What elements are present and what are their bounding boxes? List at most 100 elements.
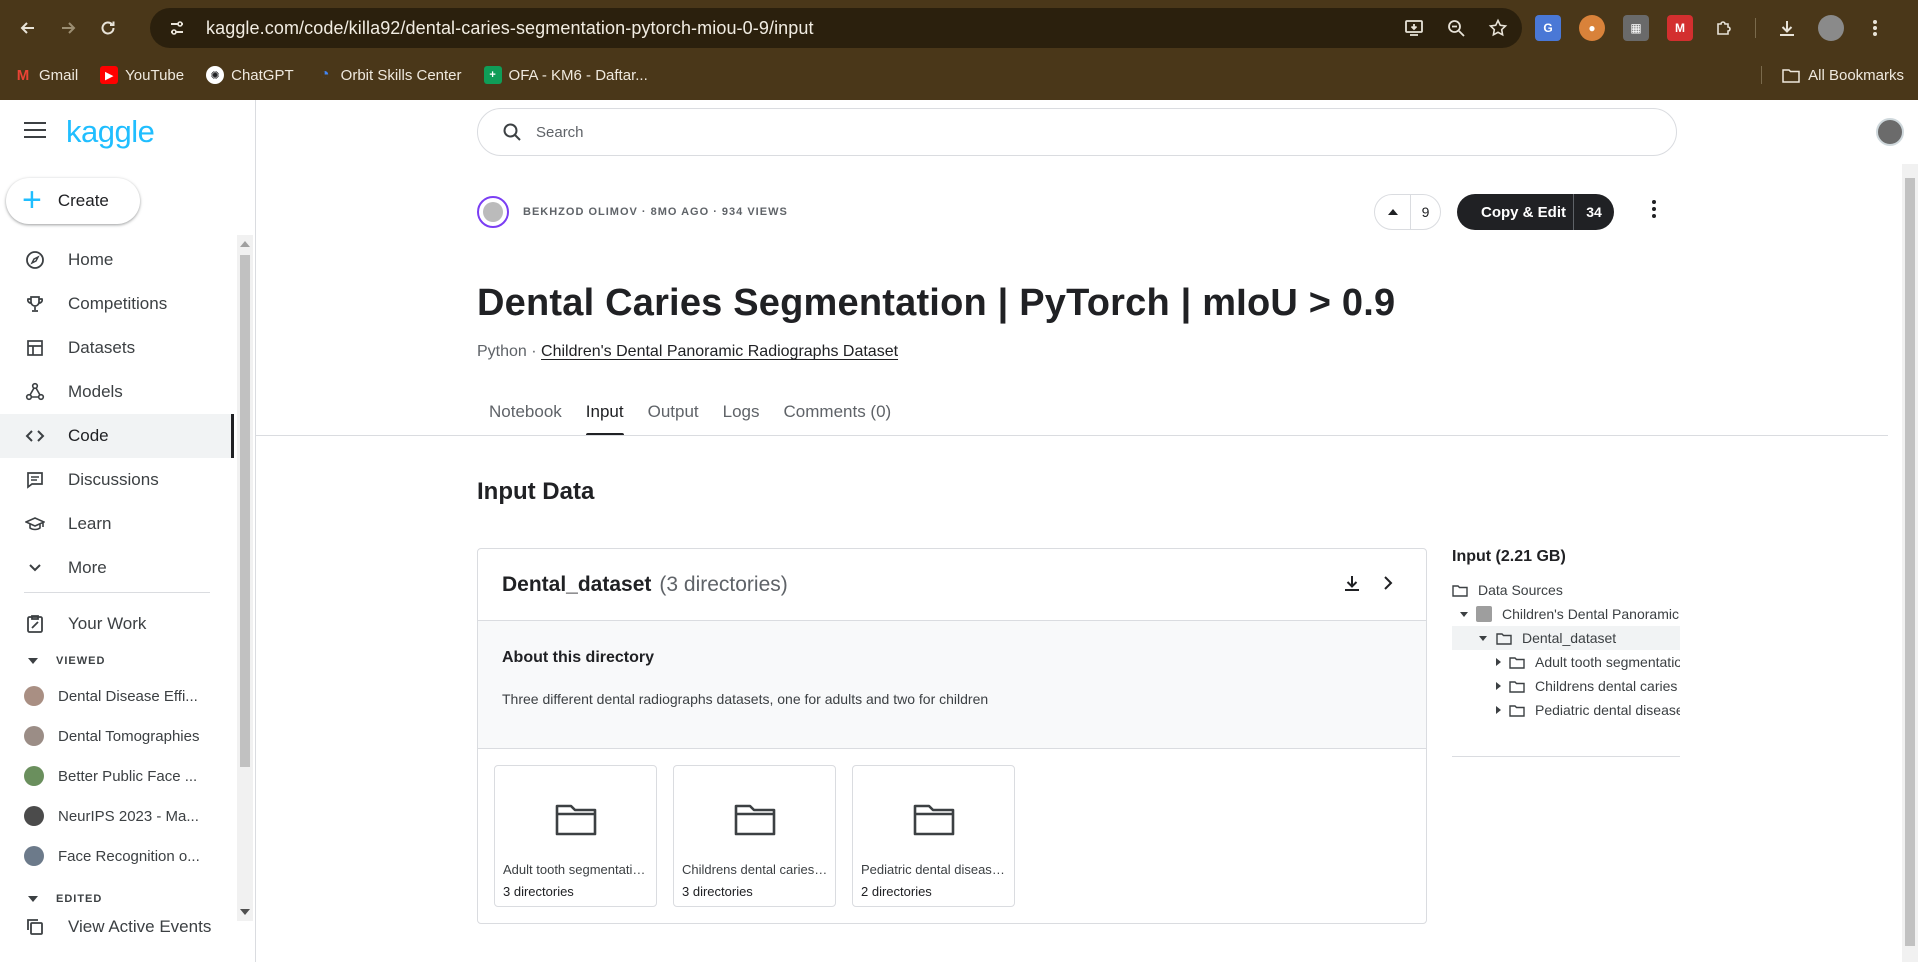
sidebar-item-label: Competitions: [68, 294, 168, 313]
browser-menu-icon[interactable]: [1862, 15, 1888, 41]
back-button[interactable]: [8, 8, 48, 48]
bookmark-item[interactable]: ▶ YouTube: [100, 66, 184, 84]
sidebar-scrollbar-thumb[interactable]: [240, 255, 250, 767]
tab-input[interactable]: Input: [574, 390, 636, 436]
downloads-icon[interactable]: [1774, 15, 1800, 41]
tab-output[interactable]: Output: [636, 390, 711, 436]
sidebar-item-label: Learn: [68, 514, 112, 533]
sidebar-item-more[interactable]: More: [0, 546, 234, 590]
viewed-item[interactable]: Face Recognition o...: [0, 836, 234, 876]
caret-right-icon[interactable]: [1496, 705, 1501, 715]
viewed-section-toggle[interactable]: VIEWED: [0, 646, 234, 676]
view-active-events-link[interactable]: View Active Events: [0, 914, 234, 940]
tree-dataset[interactable]: Children's Dental Panoramic Radiographs …: [1452, 602, 1680, 626]
sidebar-item-datasets[interactable]: Datasets: [0, 326, 234, 370]
tree-child-folder[interactable]: Adult tooth segmentation dataset: [1452, 650, 1680, 674]
tree-child-label: Childrens dental caries segmentation dat…: [1535, 678, 1680, 694]
sidebar-item-learn[interactable]: Learn: [0, 502, 234, 546]
extensions-puzzle-icon[interactable]: [1711, 15, 1737, 41]
site-info-icon[interactable]: [162, 13, 192, 43]
copy-edit-button[interactable]: Copy & Edit 34: [1457, 194, 1614, 230]
tree-child-folder[interactable]: Childrens dental caries segmentation dat…: [1452, 674, 1680, 698]
create-label: Create: [57, 191, 109, 210]
viewed-item[interactable]: Dental Disease Effi...: [0, 676, 234, 716]
main-scrollbar[interactable]: [1902, 164, 1918, 962]
bookmark-item[interactable]: M Gmail: [14, 66, 78, 84]
models-icon: [24, 381, 46, 403]
vote-group: 9: [1374, 194, 1441, 230]
tab-comments[interactable]: Comments (0): [772, 390, 904, 436]
bookmark-item[interactable]: ✺ ChatGPT: [206, 66, 294, 84]
tree-data-sources[interactable]: Data Sources: [1452, 578, 1680, 602]
tree-child-label: Pediatric dental disease detection datas…: [1535, 702, 1680, 718]
chatgpt-icon: ✺: [206, 66, 225, 84]
caret-down-icon[interactable]: [1460, 609, 1468, 619]
bookmarks-divider: [1761, 66, 1762, 84]
translate-extension-icon[interactable]: G: [1535, 15, 1561, 41]
viewed-item-label: Better Public Face ...: [58, 767, 198, 785]
youtube-icon: ▶: [100, 66, 119, 84]
sidebar-scrollbar[interactable]: [237, 235, 253, 921]
user-avatar[interactable]: [1876, 118, 1904, 146]
author-avatar[interactable]: [477, 196, 509, 228]
discussion-icon: [24, 469, 46, 491]
tree-dental-dataset[interactable]: Dental_dataset: [1452, 626, 1680, 650]
folder-icon: [913, 802, 955, 836]
mendeley-extension-icon[interactable]: M: [1667, 15, 1693, 41]
tab-notebook[interactable]: Notebook: [477, 390, 574, 436]
address-bar[interactable]: kaggle.com/code/killa92/dental-caries-se…: [150, 8, 1522, 48]
bookmark-star-icon[interactable]: [1488, 18, 1508, 38]
monkey-extension-icon[interactable]: ●: [1579, 15, 1605, 41]
tree-child-folder[interactable]: Pediatric dental disease detection datas…: [1452, 698, 1680, 722]
sidebar-item-models[interactable]: Models: [0, 370, 234, 414]
caret-down-icon[interactable]: [1478, 633, 1488, 643]
dataset-card: Dental_dataset (3 directories) About thi…: [477, 548, 1427, 924]
profile-avatar[interactable]: [1818, 15, 1844, 41]
dataset-link[interactable]: Children's Dental Panoramic Radiographs …: [541, 343, 898, 360]
viewed-item-thumbnail: [24, 846, 44, 866]
viewed-item[interactable]: Dental Tomographies: [0, 716, 234, 756]
notebook-title: Dental Caries Segmentation | PyTorch | m…: [477, 282, 1396, 324]
folder-card[interactable]: Adult tooth segmentation dataset 3 direc…: [494, 765, 657, 907]
upvote-button[interactable]: [1375, 195, 1411, 229]
folder-card[interactable]: Pediatric dental disease detection datas…: [852, 765, 1015, 907]
hamburger-menu-icon[interactable]: [24, 122, 46, 143]
viewed-label: VIEWED: [56, 655, 106, 667]
folder-card[interactable]: Childrens dental caries segmentation dat…: [673, 765, 836, 907]
sidebar-item-discussions[interactable]: Discussions: [0, 458, 234, 502]
search-input[interactable]: Search: [477, 108, 1677, 156]
zoom-icon[interactable]: [1446, 18, 1466, 38]
grid-extension-icon[interactable]: ▦: [1623, 15, 1649, 41]
all-bookmarks-button[interactable]: All Bookmarks: [1782, 60, 1904, 90]
folder-name: Pediatric dental disease detection datas…: [861, 862, 1007, 877]
scroll-down-arrow-icon[interactable]: [240, 909, 250, 915]
install-app-icon[interactable]: [1404, 18, 1424, 38]
sidebar-item-code[interactable]: Code: [0, 414, 234, 458]
sidebar-item-competitions[interactable]: Competitions: [0, 282, 234, 326]
viewed-item[interactable]: Better Public Face ...: [0, 756, 234, 796]
sidebar-item-your-work[interactable]: Your Work: [0, 602, 234, 646]
viewed-item-label: NeurIPS 2023 - Ma...: [58, 807, 199, 825]
main-scrollbar-thumb[interactable]: [1905, 178, 1915, 946]
more-options-icon[interactable]: [1646, 200, 1662, 218]
kaggle-logo[interactable]: kaggle: [66, 114, 155, 150]
sidebar-divider: [24, 592, 210, 593]
viewed-item[interactable]: NeurIPS 2023 - Ma...: [0, 796, 234, 836]
bookmark-item[interactable]: ◔ Orbit Skills Center: [316, 66, 462, 84]
download-icon[interactable]: [1342, 573, 1362, 593]
caret-right-icon[interactable]: [1496, 657, 1501, 667]
reload-button[interactable]: [88, 8, 128, 48]
chevron-right-icon[interactable]: [1378, 573, 1398, 593]
dataset-dir-count: (3 directories): [659, 572, 788, 596]
forward-button[interactable]: [48, 8, 88, 48]
bookmark-item[interactable]: + OFA - KM6 - Daftar...: [483, 66, 648, 84]
edited-section-toggle[interactable]: EDITED: [0, 884, 234, 914]
folder-count: 2 directories: [861, 884, 932, 899]
create-button[interactable]: + Create: [6, 178, 140, 224]
caret-right-icon[interactable]: [1496, 681, 1501, 691]
sidebar-item-home[interactable]: Home: [0, 238, 234, 282]
scroll-up-arrow-icon[interactable]: [240, 241, 250, 247]
tab-logs[interactable]: Logs: [711, 390, 772, 436]
chevron-down-icon: [24, 557, 46, 579]
folder-name: Adult tooth segmentation dataset: [503, 862, 649, 877]
